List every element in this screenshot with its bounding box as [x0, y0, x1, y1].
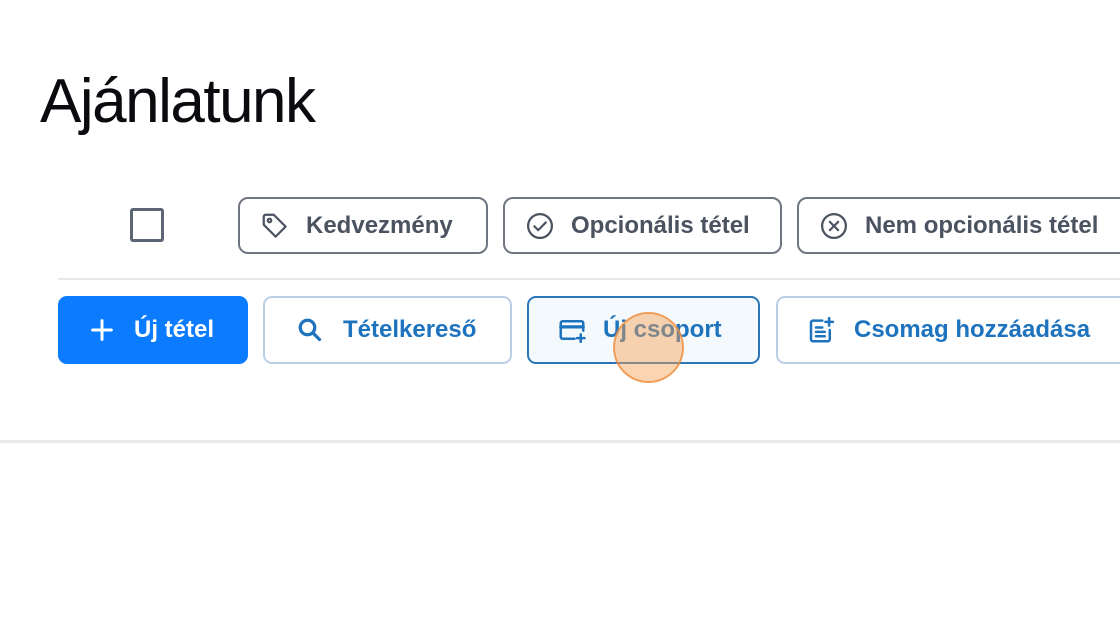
search-icon — [298, 318, 322, 342]
offer-page: Ajánlatunk Kedvezmény Opcionális tétel N… — [0, 0, 1120, 625]
note-add-icon — [809, 316, 835, 343]
card-plus-icon — [559, 320, 586, 344]
chip-label: Nem opcionális tétel — [865, 211, 1099, 239]
chip-label: Kedvezmény — [306, 211, 453, 239]
x-circle-icon — [821, 212, 847, 239]
new-item-label: Új tétel — [134, 316, 215, 343]
check-circle-icon — [527, 212, 553, 239]
section-divider — [0, 440, 1120, 443]
plus-icon — [91, 319, 113, 341]
divider — [58, 278, 1120, 280]
chip-discount[interactable]: Kedvezmény — [238, 197, 488, 254]
new-item-button[interactable]: Új tétel — [58, 296, 248, 364]
add-package-label: Csomag hozzáadása — [854, 316, 1091, 343]
chip-optional-item[interactable]: Opcionális tétel — [503, 197, 782, 254]
page-title: Ajánlatunk — [40, 67, 316, 136]
item-search-button[interactable]: Tételkereső — [263, 296, 512, 364]
click-indicator — [613, 312, 684, 383]
tag-icon — [262, 213, 287, 238]
chip-non-optional-item[interactable]: Nem opcionális tétel — [797, 197, 1120, 254]
add-package-button[interactable]: Csomag hozzáadása — [776, 296, 1120, 364]
chip-label: Opcionális tétel — [571, 211, 750, 239]
select-all-checkbox[interactable] — [130, 208, 164, 242]
item-search-label: Tételkereső — [343, 316, 477, 343]
